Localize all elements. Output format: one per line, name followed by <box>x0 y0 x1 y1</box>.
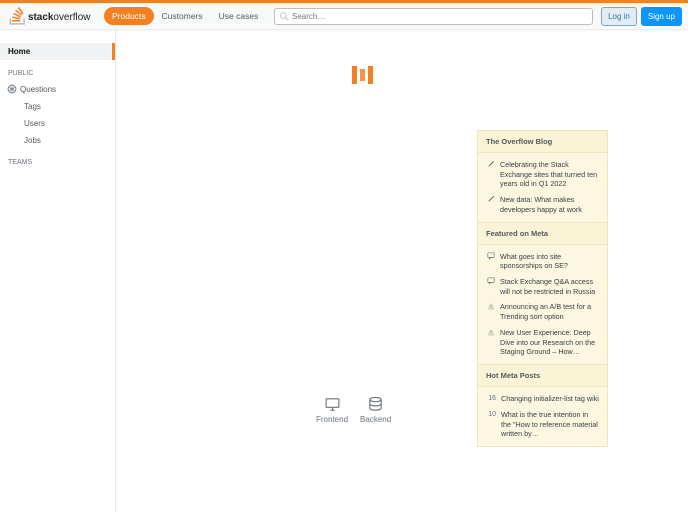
blog-item-text: New data: What makes developers happy at… <box>500 195 599 214</box>
meta-item[interactable]: Stack Exchange Q&A access will not be re… <box>478 274 607 299</box>
sidebar-widget: The Overflow Blog Celebrating the Stack … <box>477 130 608 447</box>
meta-item-text: What goes into site sponsorships on SE? <box>500 252 599 271</box>
search-field[interactable] <box>274 8 593 25</box>
pencil-icon <box>487 195 495 203</box>
topbar: stackoverflow Products Customers Use cas… <box>0 0 688 29</box>
stackoverflow-mini-icon <box>487 328 495 336</box>
hot-item[interactable]: 10 What is the true intention in the "Ho… <box>478 407 607 442</box>
meta-item-text: Announcing an A/B test for a Trending so… <box>500 302 599 321</box>
left-sidebar: Home PUBLIC Questions Tags Users Jobs TE… <box>0 29 116 512</box>
nav-usecases[interactable]: Use cases <box>211 7 267 25</box>
monitor-icon <box>324 396 341 413</box>
stackoverflow-mini-icon <box>487 302 495 310</box>
loading-indicator <box>352 66 373 84</box>
svg-text:stackoverflow: stackoverflow <box>28 12 91 23</box>
search-input[interactable] <box>292 12 587 21</box>
speech-bubble-icon <box>487 277 495 285</box>
nav-home[interactable]: Home <box>0 43 115 60</box>
nav-questions[interactable]: Questions <box>0 80 115 98</box>
nav-section-teams: TEAMS <box>0 149 115 169</box>
widget-heading-hot: Hot Meta Posts <box>478 364 607 387</box>
blog-item-text: Celebrating the Stack Exchange sites tha… <box>500 160 599 189</box>
meta-item[interactable]: Announcing an A/B test for a Trending so… <box>478 299 607 324</box>
nav-products[interactable]: Products <box>104 7 154 25</box>
meta-item-text: Stack Exchange Q&A access will not be re… <box>500 277 599 296</box>
nav-tags[interactable]: Tags <box>0 98 115 115</box>
nav-questions-label: Questions <box>20 85 56 94</box>
stackoverflow-logo[interactable]: stackoverflow <box>8 7 100 25</box>
meta-item[interactable]: New User Experience: Deep Dive into our … <box>478 325 607 360</box>
login-button[interactable]: Log in <box>601 7 637 26</box>
database-icon <box>367 396 384 413</box>
blog-item[interactable]: Celebrating the Stack Exchange sites tha… <box>478 157 607 192</box>
hot-score: 16 <box>486 394 496 404</box>
hot-item-text: What is the true intention in the "How t… <box>501 410 599 439</box>
nav-jobs[interactable]: Jobs <box>0 132 115 149</box>
widget-heading-meta: Featured on Meta <box>478 222 607 245</box>
speech-bubble-icon <box>487 252 495 260</box>
tech-backend[interactable]: Backend <box>360 396 391 424</box>
hot-item-text: Changing initializer-list tag wiki <box>501 394 599 404</box>
nav-customers[interactable]: Customers <box>154 7 211 25</box>
meta-item-text: New User Experience: Deep Dive into our … <box>500 328 599 357</box>
hot-item[interactable]: 16 Changing initializer-list tag wiki <box>478 391 607 407</box>
widget-heading-blog: The Overflow Blog <box>478 131 607 153</box>
tech-frontend-label: Frontend <box>316 415 348 424</box>
blog-item[interactable]: New data: What makes developers happy at… <box>478 192 607 217</box>
nav-users[interactable]: Users <box>0 115 115 132</box>
signup-button[interactable]: Sign up <box>641 7 682 26</box>
tech-chooser: Frontend Backend <box>316 396 391 424</box>
hot-score: 10 <box>486 410 496 439</box>
search-icon <box>280 12 289 21</box>
tech-frontend[interactable]: Frontend <box>316 396 348 424</box>
nav-section-public: PUBLIC <box>0 60 115 80</box>
meta-item[interactable]: What goes into site sponsorships on SE? <box>478 249 607 274</box>
pencil-icon <box>487 160 495 168</box>
tech-backend-label: Backend <box>360 415 391 424</box>
globe-icon <box>7 84 17 94</box>
